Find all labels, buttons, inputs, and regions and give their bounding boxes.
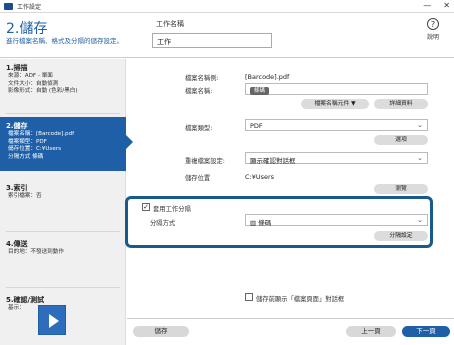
show-dialog-label: 儲存前顯示「檔案頁面」對話框 <box>256 296 345 303</box>
sidebar-detail: 索引檔案：否 <box>8 193 42 199</box>
sidebar-detail: 來源：ADF - 單面 <box>8 73 53 79</box>
help-button[interactable]: ? 說明 <box>418 18 448 41</box>
window-title: 工作設定 <box>17 3 42 11</box>
location-label: 儲存位置 <box>185 175 211 182</box>
filetype-select[interactable]: PDF ⌄ <box>245 119 428 131</box>
sidebar-detail: 文件大小：自動偵測 <box>8 80 59 87</box>
job-name-field[interactable]: 工作 <box>152 33 272 48</box>
browse-button[interactable]: 瀏覽 <box>374 184 428 194</box>
page-subtitle: 進行檔案名稱、格式及分隔的儲存設定。 <box>6 37 123 45</box>
sidebar-detail: 影像形式：自動 (色彩/黑白) <box>8 88 78 94</box>
header: 2.儲存 進行檔案名稱、格式及分隔的儲存設定。 工作名稱 工作 ? 說明 <box>0 14 454 58</box>
sidebar: 1.掃描 來源：ADF - 單面 文件大小：自動偵測 影像形式：自動 (色彩/黑… <box>0 59 133 345</box>
filename-tag[interactable]: 條碼 <box>250 87 270 95</box>
separation-method-value: 條碼 <box>258 219 272 227</box>
app-icon <box>4 2 13 10</box>
sidebar-item-label: 1.掃描 <box>6 64 28 72</box>
sidebar-detail: 檔案類型：PDF <box>8 138 47 145</box>
sidebar-item-label: 2.儲存 <box>6 122 28 130</box>
minimize-icon[interactable]: — <box>423 1 431 10</box>
divider <box>6 287 120 288</box>
sidebar-item-save[interactable]: 2.儲存 檔案名稱：[Barcode].pdf 檔案類型：PDF 儲存位置：C:… <box>0 117 133 171</box>
filename-element-button[interactable]: 檔案名稱元件 ▼ <box>301 99 369 109</box>
separation-method-select[interactable]: ▥ 條碼 ⌄ <box>245 214 428 227</box>
sidebar-item-send[interactable]: 4.傳送 目的地：不發送到動作 <box>0 239 126 269</box>
sidebar-detail: 檔案名稱：[Barcode].pdf <box>8 131 75 137</box>
help-label: 說明 <box>426 34 439 41</box>
divider <box>6 113 120 114</box>
sidebar-detail: 儲存位置：C:¥Users <box>8 146 61 152</box>
filename-example-value: [Barcode].pdf <box>245 73 290 81</box>
sidebar-item-label: 5.確認/測試 <box>6 296 45 304</box>
show-dialog-checkbox[interactable] <box>245 293 253 301</box>
detail-button[interactable]: 詳細資料 <box>374 99 428 109</box>
next-button[interactable]: 下一頁 <box>402 326 450 337</box>
separation-method-label: 分隔方式 <box>150 220 176 227</box>
filename-example-label: 檔案名稱例: <box>185 75 219 82</box>
separation-settings-button[interactable]: 分隔設定 <box>374 231 428 241</box>
filetype-label: 檔案類型: <box>185 125 213 132</box>
sidebar-item-label: 4.傳送 <box>6 240 28 248</box>
close-icon[interactable]: ✕ <box>443 1 450 10</box>
chevron-down-icon: ⌄ <box>417 216 423 224</box>
sidebar-detail: 目的地：不發送到動作 <box>8 249 64 255</box>
duplicate-label: 重複檔案設定: <box>185 158 225 165</box>
location-value: C:¥Users <box>245 173 275 181</box>
duplicate-select[interactable]: 顯示確認對話框 ⌄ <box>245 152 428 165</box>
help-icon: ? <box>427 18 439 30</box>
duplicate-value: 顯示確認對話框 <box>250 157 296 165</box>
save-button[interactable]: 儲存 <box>133 326 189 337</box>
apply-separation-label: 套用工作分隔 <box>153 206 191 213</box>
option-button[interactable]: 選項 <box>374 135 428 145</box>
title-bar: 工作設定 — ✕ <box>0 0 454 13</box>
sidebar-item-index[interactable]: 3.索引 索引檔案：否 <box>0 183 126 213</box>
divider <box>6 231 120 232</box>
apply-separation-checkbox[interactable]: ✓ <box>142 203 150 211</box>
job-name-label: 工作名稱 <box>156 20 184 28</box>
chevron-down-icon: ⌄ <box>417 154 423 162</box>
sidebar-detail: 分隔方式 條碼 <box>8 153 44 160</box>
filename-field[interactable]: 條碼 <box>245 83 428 95</box>
footer: 儲存 上一頁 下一頁 <box>127 318 454 345</box>
filename-label: 檔案名稱: <box>185 88 213 95</box>
preview-play-icon[interactable] <box>38 305 66 335</box>
barcode-icon: ▥ <box>250 219 259 227</box>
chevron-down-icon: ⌄ <box>417 121 423 129</box>
filetype-value: PDF <box>250 122 263 130</box>
sidebar-item-label: 3.索引 <box>6 184 28 192</box>
sidebar-item-scan[interactable]: 1.掃描 來源：ADF - 單面 文件大小：自動偵測 影像形式：自動 (色彩/黑… <box>0 63 126 113</box>
prev-button[interactable]: 上一頁 <box>346 326 396 337</box>
